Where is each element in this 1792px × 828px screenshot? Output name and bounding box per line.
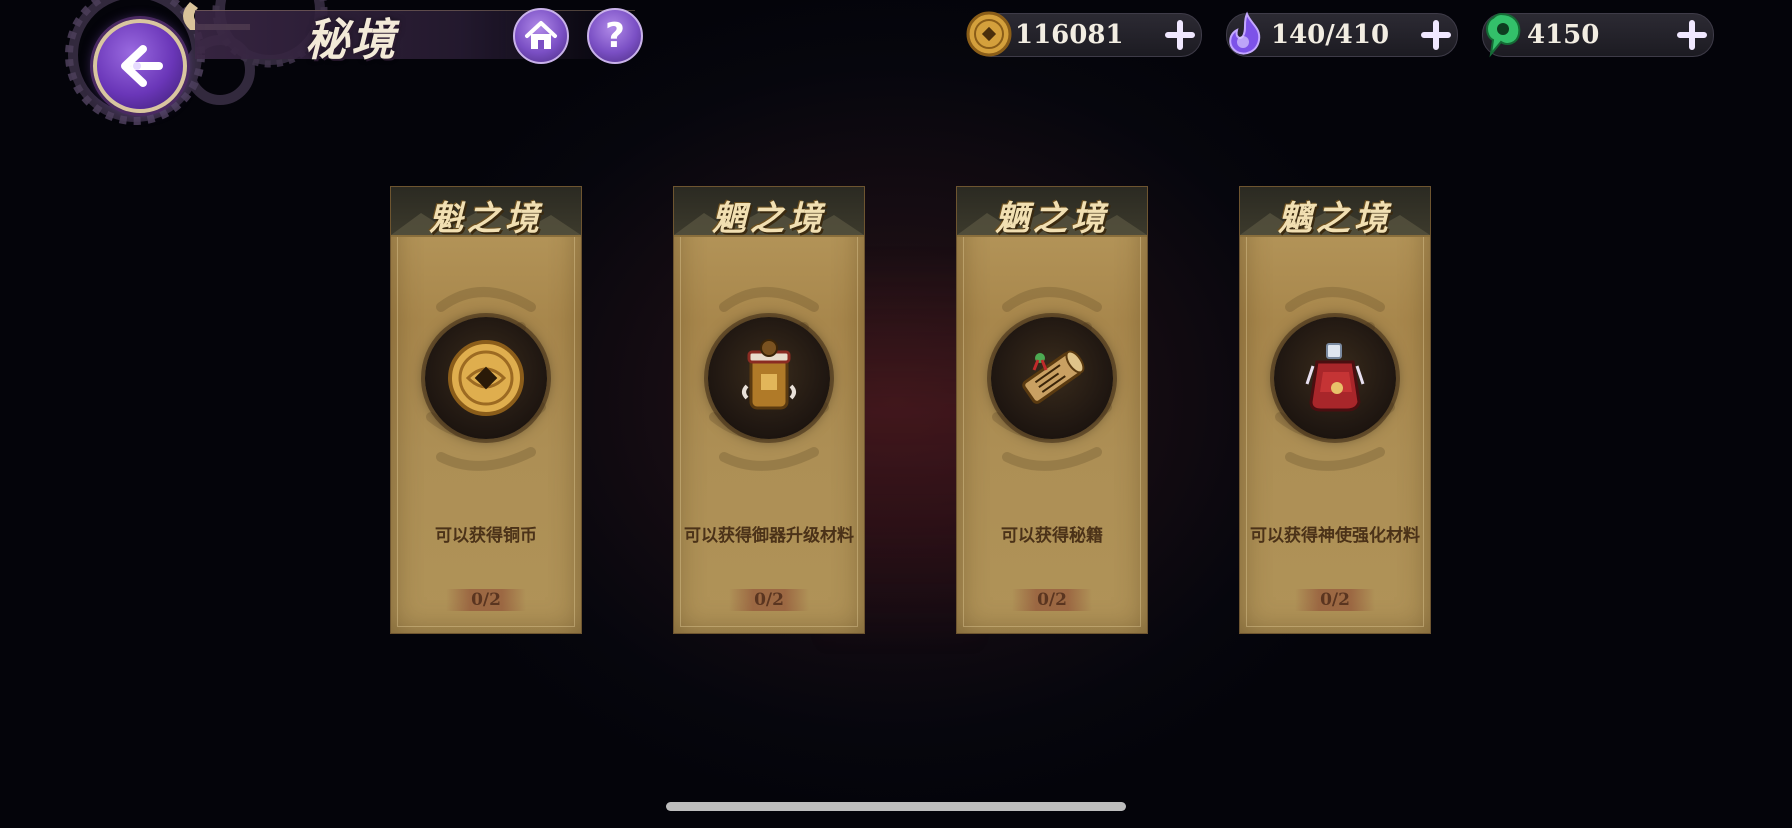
green-jade-icon (1486, 12, 1521, 58)
card-reward-text: 可以获得秘籍 (1001, 526, 1103, 546)
progress-text: 0/2 (1037, 590, 1067, 610)
progress-text: 0/2 (754, 590, 784, 610)
question-icon: ? (605, 16, 625, 56)
add-stamina-button[interactable] (1419, 18, 1453, 52)
progress-text: 0/2 (471, 590, 501, 610)
add-copper-coin-button[interactable] (1163, 18, 1197, 52)
resource-jade: 4150 (1482, 12, 1714, 58)
elixir-bottle-icon (1305, 343, 1365, 412)
card-reward-text: 可以获得铜币 (435, 526, 537, 546)
card-progress: 0/2 (1012, 589, 1092, 611)
card-progress: 0/2 (729, 589, 809, 611)
progress-text: 0/2 (1320, 590, 1350, 610)
card-reward-text: 可以获得神使强化材料 (1250, 526, 1420, 546)
card-title: 魉之境 (995, 199, 1109, 239)
plus-icon (1165, 20, 1195, 50)
back-button[interactable] (93, 19, 187, 113)
home-indicator[interactable] (666, 802, 1126, 811)
back-arrow-icon (121, 45, 163, 87)
realm-card-2[interactable]: 魍之境 可以获得御器升级材料 0/2 (674, 187, 864, 633)
reward-medallion (708, 317, 830, 439)
help-button[interactable]: ? (587, 8, 643, 64)
reward-medallion (425, 317, 547, 439)
page-title: 秘境 (305, 15, 397, 66)
card-progress: 0/2 (1295, 589, 1375, 611)
realm-card-1[interactable]: 魁之境 可以获得铜币 0/2 (391, 187, 581, 633)
copper-coin-icon (966, 11, 1012, 57)
home-button[interactable] (513, 8, 569, 64)
scroll-icon (1022, 350, 1085, 404)
treasure-jar-icon (742, 339, 796, 410)
plus-icon (1677, 20, 1707, 50)
purple-flame-icon (1229, 11, 1261, 55)
jade-value: 4150 (1527, 20, 1600, 50)
title-bar (195, 10, 635, 59)
plus-icon (1421, 20, 1451, 50)
card-title: 魁之境 (429, 199, 543, 239)
reward-medallion (1274, 317, 1396, 439)
copper-coin-value: 116081 (1015, 20, 1124, 50)
home-icon (525, 21, 557, 49)
add-jade-button[interactable] (1675, 18, 1709, 52)
resource-stamina: 140/410 (1226, 11, 1458, 57)
copper-coin-icon (448, 340, 524, 416)
realm-card-3[interactable]: 魉之境 可以获得秘籍 0/2 (957, 187, 1147, 633)
card-reward-text: 可以获得御器升级材料 (684, 526, 854, 546)
stamina-value: 140/410 (1271, 20, 1390, 50)
realm-card-4[interactable]: 魑之境 可以获得神使强化材料 0/2 (1240, 187, 1430, 633)
card-progress: 0/2 (446, 589, 526, 611)
resource-copper-coin: 116081 (966, 11, 1202, 57)
card-title: 魑之境 (1278, 199, 1392, 239)
reward-medallion (991, 317, 1113, 439)
card-title: 魍之境 (712, 199, 826, 239)
